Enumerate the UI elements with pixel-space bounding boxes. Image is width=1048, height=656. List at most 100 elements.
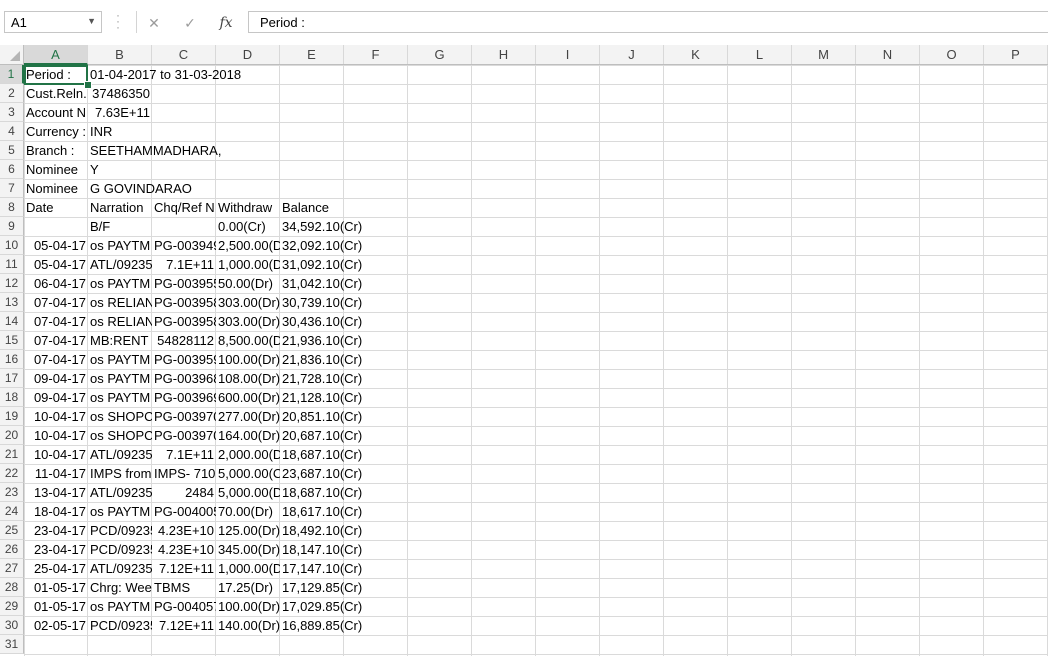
cell-b14[interactable]: os RELIAN: [88, 312, 152, 331]
cell-a29[interactable]: 01-05-17: [24, 597, 88, 616]
column-header-l[interactable]: L: [728, 45, 792, 64]
cell-c26[interactable]: 4.23E+10: [152, 540, 216, 559]
cell-area[interactable]: Period :01-04-2017 to 31-03-2018 Cust.Rel…: [24, 65, 1048, 656]
cell-c30[interactable]: 7.12E+11: [152, 616, 216, 635]
column-header-k[interactable]: K: [664, 45, 728, 64]
cell-c16[interactable]: PG-003959: [152, 350, 216, 369]
cell-c13[interactable]: PG-003958: [152, 293, 216, 312]
cell-d22[interactable]: 5,000.00(C: [216, 464, 280, 483]
column-header-n[interactable]: N: [856, 45, 920, 64]
cell-c24[interactable]: PG-004005: [152, 502, 216, 521]
row-header-31[interactable]: 31: [0, 635, 24, 654]
row-header-14[interactable]: 14: [0, 312, 24, 331]
row-header-26[interactable]: 26: [0, 540, 24, 559]
cell-a26[interactable]: 23-04-17: [24, 540, 88, 559]
cell-d30[interactable]: 140.00(Dr): [216, 616, 280, 635]
cell-e21[interactable]: 18,687.10(Cr): [280, 445, 1048, 464]
cell-b5[interactable]: SEETHAMMADHARA,: [88, 141, 1048, 160]
cell-b29[interactable]: os PAYTM: [88, 597, 152, 616]
column-header-b[interactable]: B: [88, 45, 152, 64]
cell-d20[interactable]: 164.00(Dr): [216, 426, 280, 445]
cell-e8[interactable]: Balance: [280, 198, 1048, 217]
cell-a23[interactable]: 13-04-17: [24, 483, 88, 502]
row-header-13[interactable]: 13: [0, 293, 24, 312]
cell-c20[interactable]: PG-003970: [152, 426, 216, 445]
cell-e28[interactable]: 17,129.85(Cr): [280, 578, 1048, 597]
cell-a21[interactable]: 10-04-17: [24, 445, 88, 464]
row-header-19[interactable]: 19: [0, 407, 24, 426]
row-header-10[interactable]: 10: [0, 236, 24, 255]
cell-b6[interactable]: Y: [88, 160, 1048, 179]
cell-a24[interactable]: 18-04-17: [24, 502, 88, 521]
row-header-9[interactable]: 9: [0, 217, 24, 236]
cell-a19[interactable]: 10-04-17: [24, 407, 88, 426]
cell-d9[interactable]: 0.00(Cr): [216, 217, 280, 236]
row-header-18[interactable]: 18: [0, 388, 24, 407]
cell-e18[interactable]: 21,128.10(Cr): [280, 388, 1048, 407]
cell-b11[interactable]: ATL/09235: [88, 255, 152, 274]
cell-b17[interactable]: os PAYTM: [88, 369, 152, 388]
cell-e14[interactable]: 30,436.10(Cr): [280, 312, 1048, 331]
row-header-24[interactable]: 24: [0, 502, 24, 521]
cell-e23[interactable]: 18,687.10(Cr): [280, 483, 1048, 502]
more-options-icon[interactable]: · · ·: [116, 9, 122, 33]
cell-d21[interactable]: 2,000.00(D: [216, 445, 280, 464]
cell-b28[interactable]: Chrg: Wee: [88, 578, 152, 597]
cell-c18[interactable]: PG-003969: [152, 388, 216, 407]
cell-a14[interactable]: 07-04-17: [24, 312, 88, 331]
cell-c19[interactable]: PG-003970: [152, 407, 216, 426]
cell-d25[interactable]: 125.00(Dr): [216, 521, 280, 540]
column-header-m[interactable]: M: [792, 45, 856, 64]
cell-d15[interactable]: 8,500.00(D: [216, 331, 280, 350]
cell-e10[interactable]: 32,092.10(Cr): [280, 236, 1048, 255]
row-header-5[interactable]: 5: [0, 141, 24, 160]
cell-d10[interactable]: 2,500.00(D: [216, 236, 280, 255]
cell-c14[interactable]: PG-003958: [152, 312, 216, 331]
cell-a18[interactable]: 09-04-17: [24, 388, 88, 407]
cell-d26[interactable]: 345.00(Dr): [216, 540, 280, 559]
column-header-f[interactable]: F: [344, 45, 408, 64]
row-header-21[interactable]: 21: [0, 445, 24, 464]
cell-a5[interactable]: Branch :: [24, 141, 88, 160]
cell-b4[interactable]: INR: [88, 122, 1048, 141]
row-header-1[interactable]: 1: [0, 65, 24, 84]
cancel-icon[interactable]: ✕: [142, 12, 166, 34]
row-header-28[interactable]: 28: [0, 578, 24, 597]
cell-c21[interactable]: 7.1E+11: [152, 445, 216, 464]
row-header-22[interactable]: 22: [0, 464, 24, 483]
cell-a17[interactable]: 09-04-17: [24, 369, 88, 388]
cell-a10[interactable]: 05-04-17: [24, 236, 88, 255]
cell-e29[interactable]: 17,029.85(Cr): [280, 597, 1048, 616]
row-header-11[interactable]: 11: [0, 255, 24, 274]
cell-b16[interactable]: os PAYTM: [88, 350, 152, 369]
cell-e12[interactable]: 31,042.10(Cr): [280, 274, 1048, 293]
cell-e24[interactable]: 18,617.10(Cr): [280, 502, 1048, 521]
cell-e25[interactable]: 18,492.10(Cr): [280, 521, 1048, 540]
cell-a30[interactable]: 02-05-17: [24, 616, 88, 635]
cell-b15[interactable]: MB:RENT: [88, 331, 152, 350]
cell-a8[interactable]: Date: [24, 198, 88, 217]
column-header-c[interactable]: C: [152, 45, 216, 64]
cell-e16[interactable]: 21,836.10(Cr): [280, 350, 1048, 369]
cell-a20[interactable]: 10-04-17: [24, 426, 88, 445]
cell-d19[interactable]: 277.00(Dr): [216, 407, 280, 426]
cell-b2[interactable]: 37486350: [88, 84, 152, 103]
cell-b20[interactable]: os SHOPCI: [88, 426, 152, 445]
cell-d29[interactable]: 100.00(Dr): [216, 597, 280, 616]
row-header-15[interactable]: 15: [0, 331, 24, 350]
cell-c25[interactable]: 4.23E+10: [152, 521, 216, 540]
cell-b8[interactable]: Narration: [88, 198, 152, 217]
cell-b7[interactable]: G GOVINDARAO: [88, 179, 1048, 198]
cell-a16[interactable]: 07-04-17: [24, 350, 88, 369]
row-header-2[interactable]: 2: [0, 84, 24, 103]
cell-e11[interactable]: 31,092.10(Cr): [280, 255, 1048, 274]
row-header-30[interactable]: 30: [0, 616, 24, 635]
cell-d24[interactable]: 70.00(Dr): [216, 502, 280, 521]
cell-b30[interactable]: PCD/09235: [88, 616, 152, 635]
cell-b3[interactable]: 7.63E+11: [88, 103, 152, 122]
cell-b9[interactable]: B/F: [88, 217, 216, 236]
name-box[interactable]: A1 ▼: [4, 11, 102, 33]
cell-a27[interactable]: 25-04-17: [24, 559, 88, 578]
cell-d14[interactable]: 303.00(Dr): [216, 312, 280, 331]
cell-e15[interactable]: 21,936.10(Cr): [280, 331, 1048, 350]
